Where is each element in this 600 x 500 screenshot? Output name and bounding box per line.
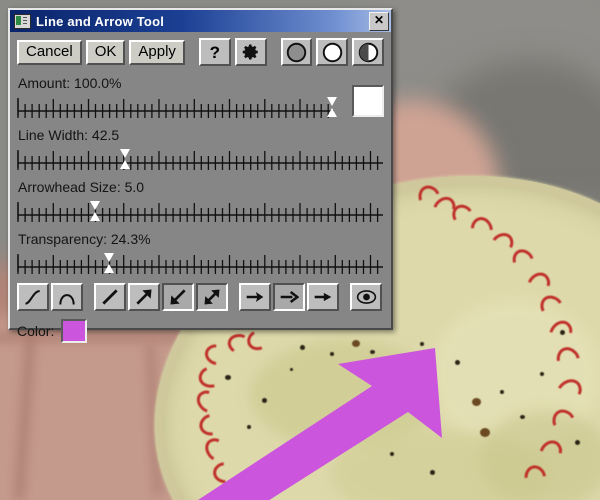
help-button[interactable]: ? xyxy=(198,38,231,66)
arrow-right-open-icon xyxy=(280,291,299,303)
slider-arrowhead-size-thumb[interactable] xyxy=(90,201,101,221)
circle-half-button[interactable] xyxy=(352,38,384,66)
arrow-double-button[interactable] xyxy=(196,283,228,311)
arrow-right-solid-button[interactable] xyxy=(307,283,339,311)
gear-icon xyxy=(242,44,258,60)
slider-amount-label: Amount: 100.0% xyxy=(18,75,122,91)
color-swatch[interactable] xyxy=(61,319,88,343)
arrow-up-right-button[interactable] xyxy=(128,283,160,311)
tool-button-row xyxy=(17,283,384,311)
arc-up-button[interactable] xyxy=(17,283,49,311)
slider-line-width: Line Width: 42.5 xyxy=(17,127,384,172)
line-plain-button[interactable] xyxy=(94,283,126,311)
dialog-body: Cancel OK Apply ? Amount: 100.0% Line Wi… xyxy=(10,32,391,343)
arc-round-icon xyxy=(59,294,75,305)
line-and-arrow-tool-dialog: Line and Arrow Tool ✕ Cancel OK Apply ? xyxy=(8,8,393,343)
slider-line-width-track[interactable] xyxy=(17,146,384,172)
color-row: Color: xyxy=(17,319,384,343)
slider-arrowhead-size-label: Arrowhead Size: 5.0 xyxy=(18,179,145,195)
circle-hollow-button[interactable] xyxy=(316,38,349,66)
circle-filled-button[interactable] xyxy=(280,38,313,66)
slider-arrowhead-size-track[interactable] xyxy=(17,198,384,224)
arc-up-icon xyxy=(25,290,40,305)
slider-arrowhead-size: Arrowhead Size: 5.0 xyxy=(17,179,384,224)
arrow-up-right-icon xyxy=(136,289,152,305)
arrow-down-left-button[interactable] xyxy=(162,283,194,311)
slider-line-width-label: Line Width: 42.5 xyxy=(18,127,120,143)
slider-amount-track[interactable] xyxy=(17,94,347,120)
question-mark-icon: ? xyxy=(209,42,220,62)
circle-half-icon xyxy=(358,42,378,62)
apply-button[interactable]: Apply xyxy=(129,39,185,65)
cancel-button[interactable]: Cancel xyxy=(17,39,82,65)
slider-amount-thumb[interactable] xyxy=(327,97,338,117)
settings-button[interactable] xyxy=(234,38,267,66)
eye-icon xyxy=(356,290,376,304)
preview-visibility-button[interactable] xyxy=(350,283,382,311)
arrow-right-open-button[interactable] xyxy=(273,283,305,311)
close-icon[interactable]: ✕ xyxy=(369,11,389,31)
ok-button[interactable]: OK xyxy=(85,39,126,65)
disc-speck xyxy=(540,372,544,376)
color-label: Color: xyxy=(17,323,55,339)
line-plain-icon xyxy=(102,289,118,305)
dialog-toolbar: Cancel OK Apply ? xyxy=(17,38,384,66)
arrow-double-icon xyxy=(204,289,220,305)
magenta-annotation-arrow xyxy=(198,348,442,500)
slider-transparency-thumb[interactable] xyxy=(104,253,115,273)
arrow-right-barbed-button[interactable] xyxy=(239,283,271,311)
slider-amount: Amount: 100.0% xyxy=(17,75,384,120)
arrow-down-left-icon xyxy=(170,289,186,305)
dialog-titlebar[interactable]: Line and Arrow Tool ✕ xyxy=(10,10,391,32)
slider-transparency-label: Transparency: 24.3% xyxy=(18,231,151,247)
disc-speck xyxy=(575,440,580,445)
slider-line-width-thumb[interactable] xyxy=(120,149,131,169)
arc-round-button[interactable] xyxy=(51,283,83,311)
dialog-title: Line and Arrow Tool xyxy=(36,13,165,29)
slider-transparency-track[interactable] xyxy=(17,250,384,276)
circle-hollow-icon xyxy=(322,42,342,62)
window-app-icon xyxy=(14,13,31,29)
arrow-right-solid-icon xyxy=(314,292,332,302)
amount-preview-swatch[interactable] xyxy=(352,85,384,117)
screenshot-root: Line and Arrow Tool ✕ Cancel OK Apply ? xyxy=(0,0,600,500)
circle-filled-icon xyxy=(286,42,307,62)
slider-transparency: Transparency: 24.3% xyxy=(17,231,384,276)
arrow-right-barbed-icon xyxy=(246,292,264,302)
